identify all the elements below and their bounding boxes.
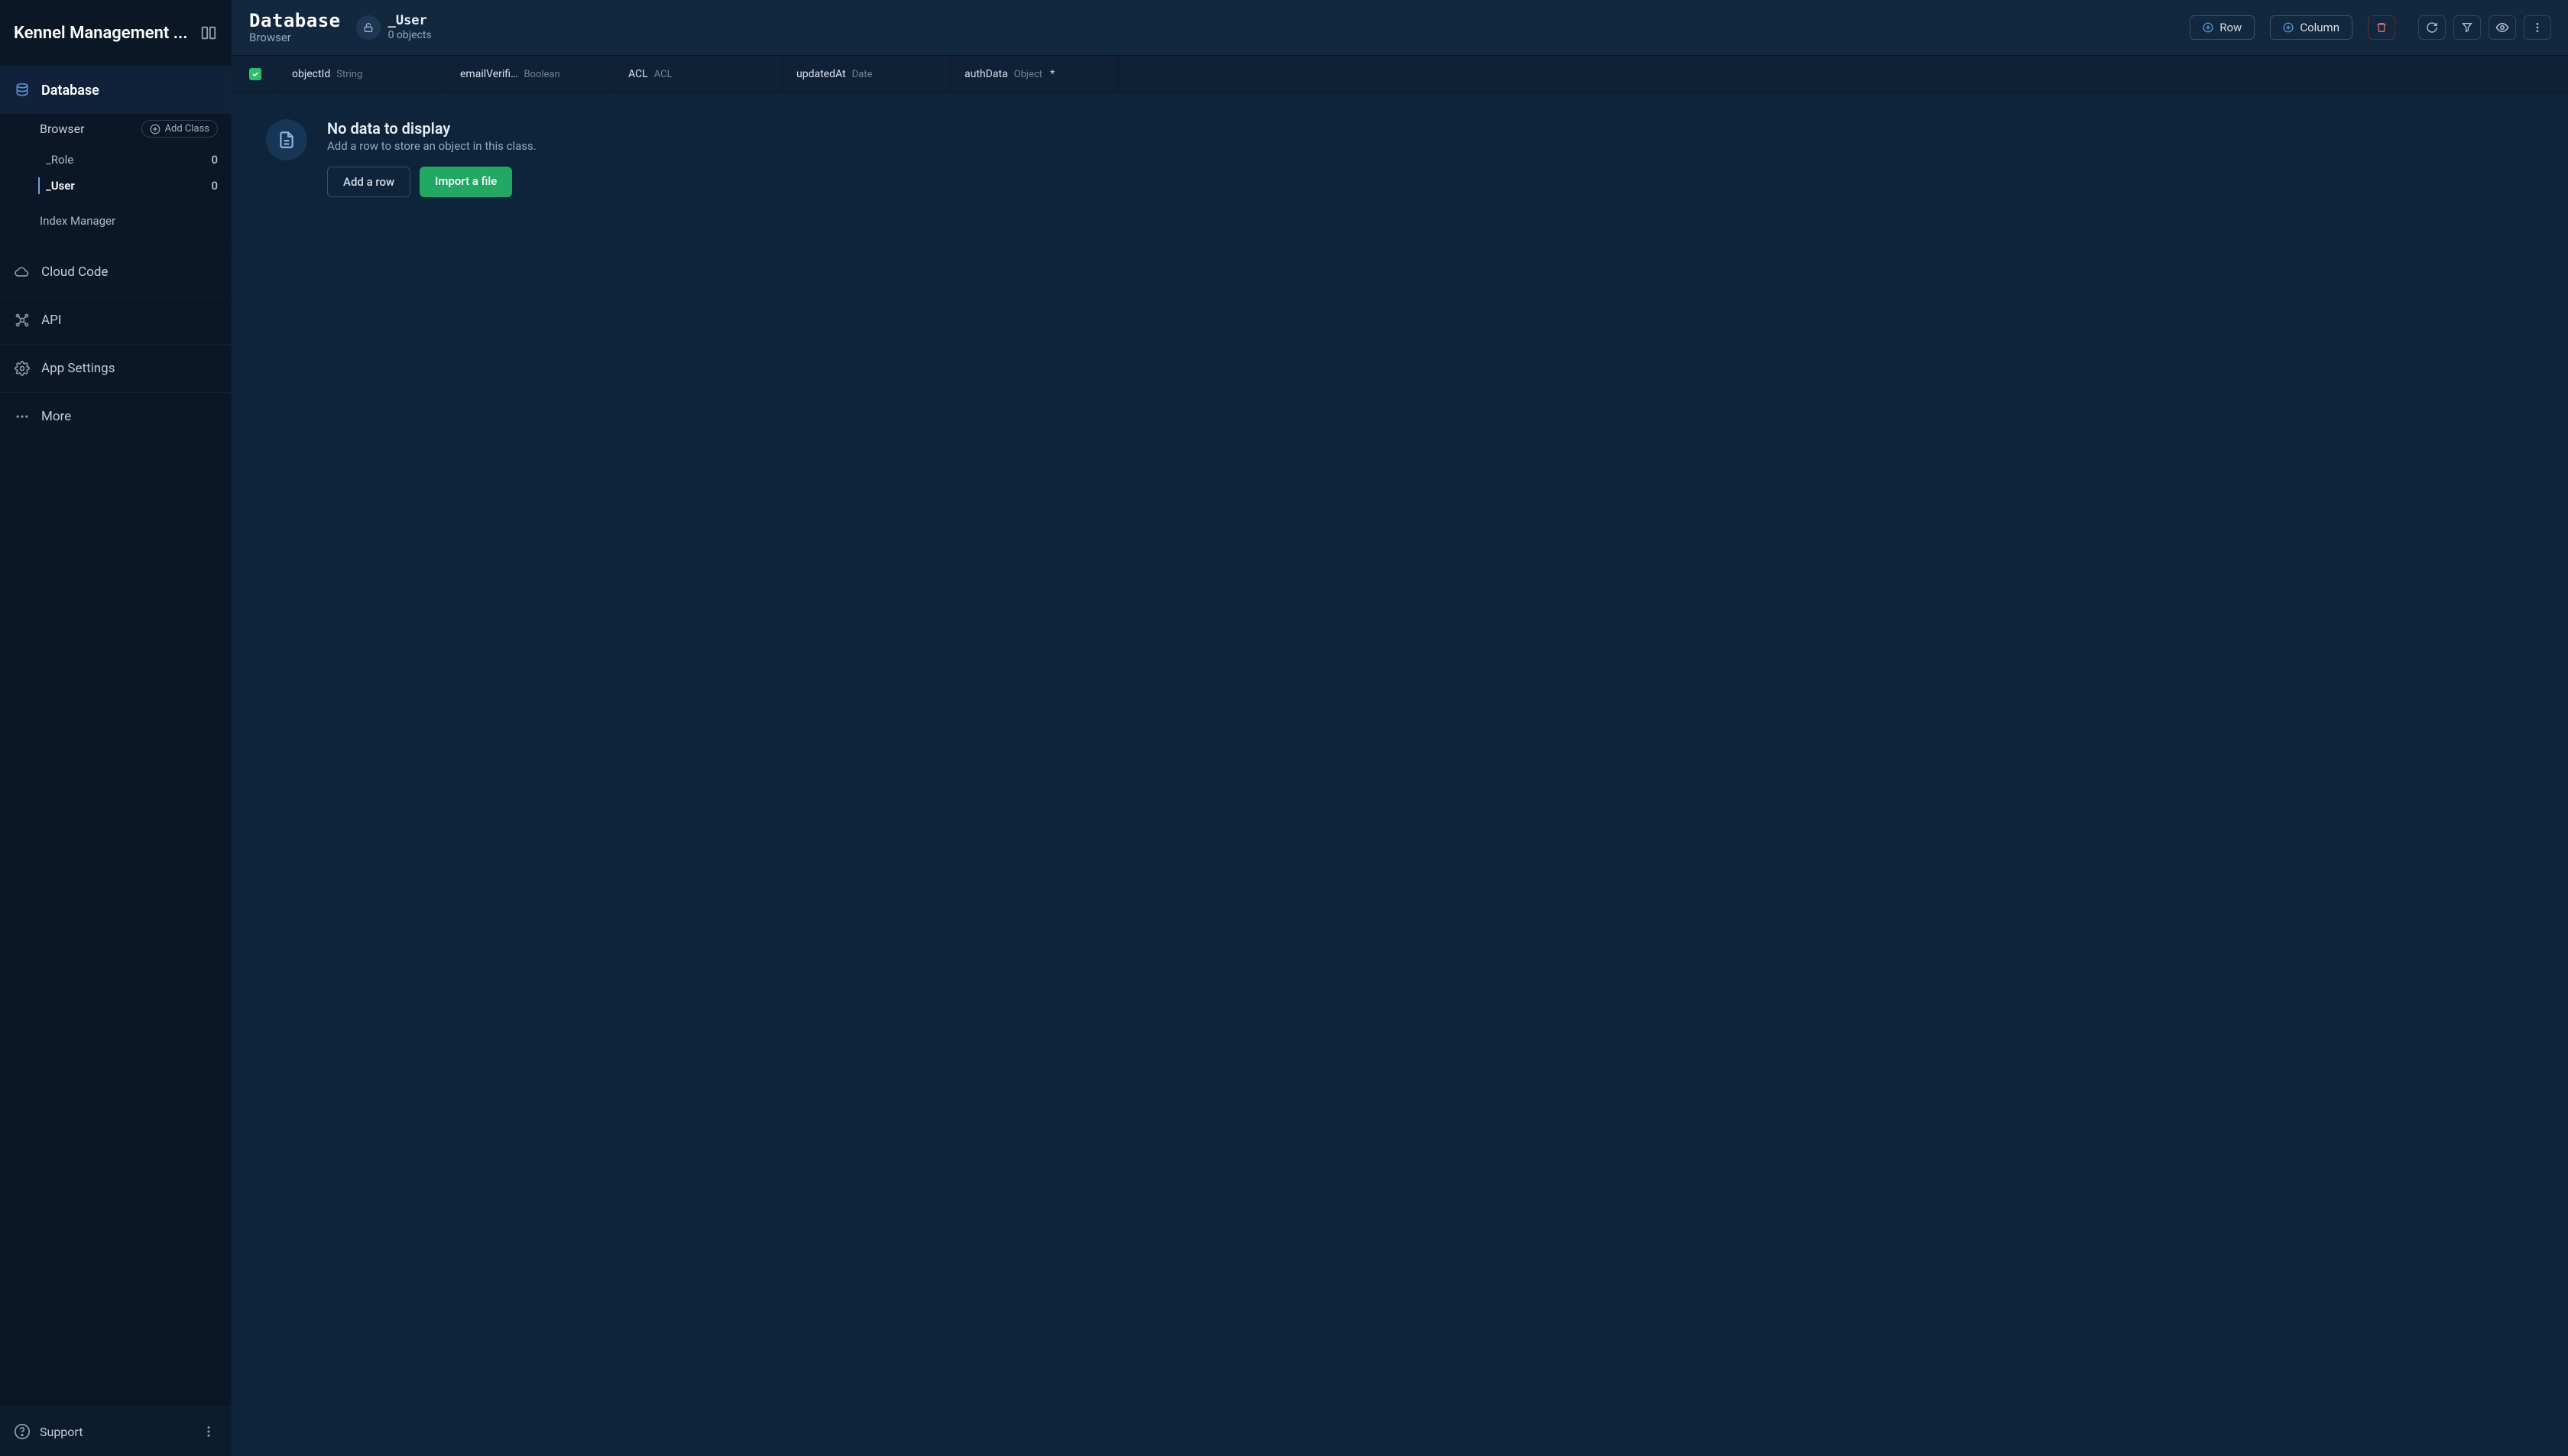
visibility-button[interactable] — [2489, 15, 2516, 40]
sidebar-item-label: More — [41, 409, 71, 424]
column-type: ACL — [654, 69, 673, 80]
add-row-button[interactable]: Row — [2190, 15, 2255, 40]
panel-toggle-icon[interactable] — [199, 24, 218, 42]
sidebar-item-label: Database — [41, 83, 99, 99]
import-file-button[interactable]: Import a file — [420, 167, 512, 197]
sidebar-item-label: App Settings — [41, 361, 115, 376]
support-label: Support — [40, 1425, 83, 1439]
sidebar-item-label: Cloud Code — [41, 264, 108, 280]
sidebar-header: Kennel Management ... — [0, 0, 232, 66]
app-title: Kennel Management ... — [14, 24, 187, 43]
empty-subtitle: Add a row to store an object in this cla… — [327, 139, 537, 153]
delete-button[interactable] — [2368, 15, 2395, 40]
column-header[interactable]: ACL ACL — [614, 56, 783, 92]
column-name: ACL — [628, 68, 648, 80]
empty-doc-icon — [266, 119, 307, 161]
more-icon — [14, 408, 31, 425]
add-class-label: Add Class — [165, 123, 209, 135]
column-header[interactable]: updatedAt Date — [783, 56, 951, 92]
support-link[interactable]: Support — [14, 1423, 83, 1440]
add-a-row-button[interactable]: Add a row — [327, 167, 410, 197]
class-list: _Role 0 _User 0 — [0, 144, 232, 206]
object-count-label: 0 objects — [388, 29, 432, 41]
column-type: String — [336, 69, 362, 80]
index-manager-link[interactable]: Index Manager — [0, 206, 232, 238]
sidebar: Kennel Management ... Database Browser — [0, 0, 232, 1456]
column-header-row: objectId String emailVerifi… Boolean ACL… — [232, 55, 2568, 93]
class-count: 0 — [211, 179, 218, 193]
column-type: Boolean — [524, 69, 559, 80]
column-name: objectId — [292, 68, 330, 80]
more-actions-button[interactable] — [2524, 15, 2551, 40]
browser-subtitle: Browser — [249, 31, 341, 44]
sidebar-item-database[interactable]: Database — [0, 66, 232, 114]
refresh-button[interactable] — [2418, 15, 2446, 40]
browser-label[interactable]: Browser — [40, 122, 85, 136]
sidebar-item-cloud-code[interactable]: Cloud Code — [0, 248, 232, 296]
database-icon — [14, 82, 31, 99]
plus-icon — [2283, 22, 2294, 33]
db-title: Database — [249, 11, 341, 32]
lock-icon — [356, 15, 381, 40]
column-header[interactable]: emailVerifi… Boolean — [446, 56, 614, 92]
sidebar-item-api[interactable]: API — [0, 296, 232, 344]
column-button-label: Column — [2300, 21, 2339, 34]
class-name: _User — [46, 179, 75, 193]
sidebar-item-label: API — [41, 313, 61, 328]
footer-more-button[interactable] — [199, 1422, 218, 1441]
class-count: 0 — [211, 153, 218, 167]
empty-title: No data to display — [327, 119, 537, 138]
class-item-user[interactable]: _User 0 — [0, 173, 232, 199]
add-class-button[interactable]: Add Class — [141, 120, 218, 138]
gear-icon — [14, 360, 31, 377]
column-type: Date — [852, 69, 873, 80]
empty-state: No data to display Add a row to store an… — [232, 93, 2568, 1456]
column-type: Object — [1014, 69, 1042, 80]
plus-icon — [150, 124, 160, 135]
plus-icon — [2203, 22, 2213, 33]
column-name: emailVerifi… — [460, 68, 517, 80]
breadcrumb: Database Browser — [249, 11, 341, 45]
class-item-role[interactable]: _Role 0 — [0, 147, 232, 173]
sidebar-item-app-settings[interactable]: App Settings — [0, 344, 232, 392]
filter-button[interactable] — [2453, 15, 2481, 40]
column-name: authData — [965, 68, 1008, 80]
row-button-label: Row — [2219, 21, 2242, 34]
class-name-label: _User — [388, 14, 432, 29]
cloud-icon — [14, 264, 31, 280]
column-header[interactable]: authData Object * — [951, 56, 1119, 92]
class-chip[interactable]: _User 0 objects — [356, 14, 432, 41]
column-name: updatedAt — [796, 68, 846, 80]
topbar: Database Browser _User 0 objects Row — [232, 0, 2568, 55]
checkbox-icon — [249, 68, 261, 80]
main: Database Browser _User 0 objects Row — [232, 0, 2568, 1456]
class-name: _Role — [46, 153, 73, 167]
api-icon — [14, 312, 31, 329]
help-icon — [14, 1423, 31, 1440]
add-column-button[interactable]: Column — [2270, 15, 2352, 40]
sidebar-item-more[interactable]: More — [0, 392, 232, 440]
select-all-cell[interactable] — [232, 56, 278, 92]
column-header[interactable]: objectId String — [278, 56, 446, 92]
required-indicator: * — [1050, 68, 1055, 80]
